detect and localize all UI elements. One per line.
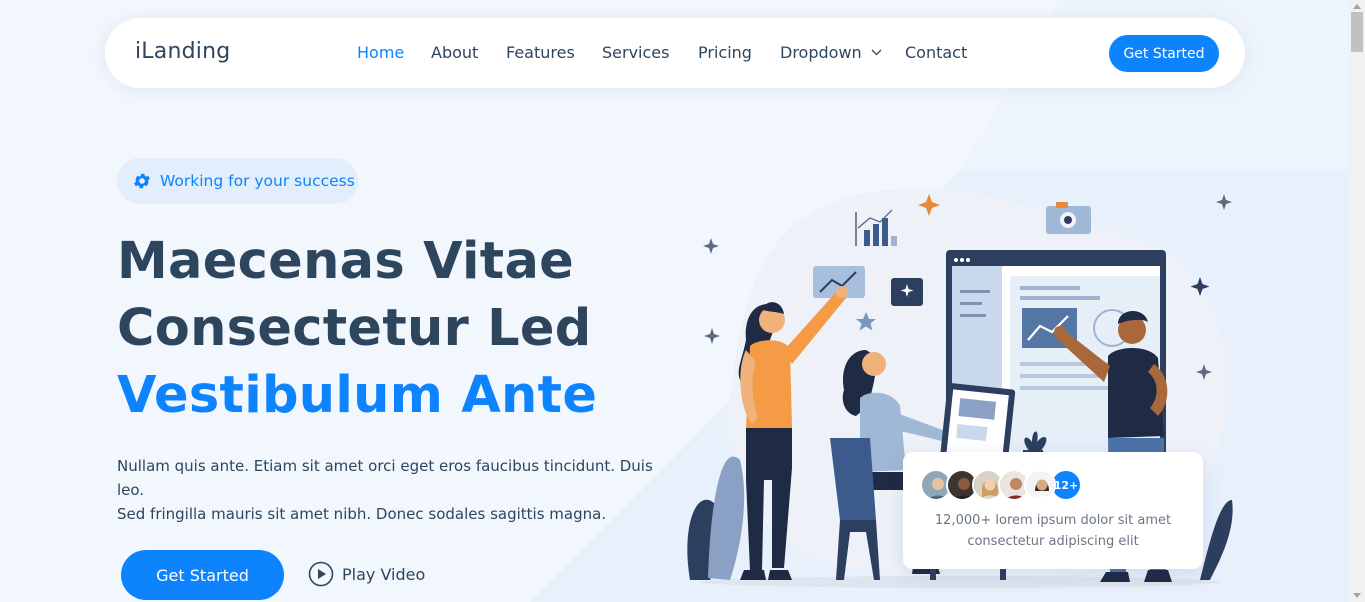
hero-get-started-button[interactable]: Get Started	[121, 550, 284, 600]
scroll-down-arrow-icon[interactable]	[1353, 593, 1361, 598]
nav-item-home[interactable]: Home	[357, 43, 404, 62]
play-video-label: Play Video	[342, 564, 426, 584]
play-video-button[interactable]: Play Video	[308, 561, 425, 587]
avatar	[1024, 469, 1056, 501]
hero-description: Nullam quis ante. Etiam sit amet orci eg…	[117, 454, 677, 526]
scroll-up-arrow-icon[interactable]	[1353, 4, 1361, 9]
hero-title: Maecenas Vitae Consectetur Led Vestibulu…	[117, 228, 597, 429]
nav-item-dropdown[interactable]: Dropdown	[780, 43, 882, 62]
camera-icon	[1046, 202, 1091, 234]
customers-card: 12+ 12,000+ lorem ipsum dolor sit amet c…	[903, 452, 1203, 569]
nav-item-about[interactable]: About	[431, 43, 478, 62]
main-nav: Home About Features Services Pricing Dro…	[105, 18, 1245, 88]
gear-icon	[134, 173, 150, 189]
customers-card-text-line-2: consectetur adipiscing elit	[967, 534, 1139, 549]
nav-item-services[interactable]: Services	[602, 43, 669, 62]
customers-card-text: 12,000+ lorem ipsum dolor sit amet conse…	[923, 510, 1183, 552]
scroll-thumb[interactable]	[1351, 12, 1363, 52]
hero-description-line-2: Sed fringilla mauris sit amet nibh. Done…	[117, 505, 607, 523]
nav-item-dropdown-label: Dropdown	[780, 43, 862, 62]
chevron-down-icon	[871, 49, 882, 55]
nav-item-features[interactable]: Features	[506, 43, 575, 62]
header-get-started-button[interactable]: Get Started	[1109, 35, 1219, 72]
hero-badge: Working for your success	[117, 158, 358, 204]
hero-title-line-1: Maecenas Vitae	[117, 232, 575, 291]
header-navbar: iLanding Home About Features Services Pr…	[105, 18, 1245, 88]
avatar-group: 12+	[920, 469, 1082, 501]
hero-badge-text: Working for your success	[160, 172, 355, 190]
play-circle-icon	[308, 561, 334, 587]
page-scrollbar[interactable]	[1349, 0, 1365, 602]
nav-item-pricing[interactable]: Pricing	[698, 43, 752, 62]
hero-title-line-3: Vestibulum Ante	[117, 366, 598, 425]
nav-item-contact[interactable]: Contact	[905, 43, 967, 62]
hero-title-line-2: Consectetur Led	[117, 299, 592, 358]
hero-description-line-1: Nullam quis ante. Etiam sit amet orci eg…	[117, 457, 653, 499]
customers-card-text-line-1: 12,000+ lorem ipsum dolor sit amet	[934, 513, 1172, 528]
